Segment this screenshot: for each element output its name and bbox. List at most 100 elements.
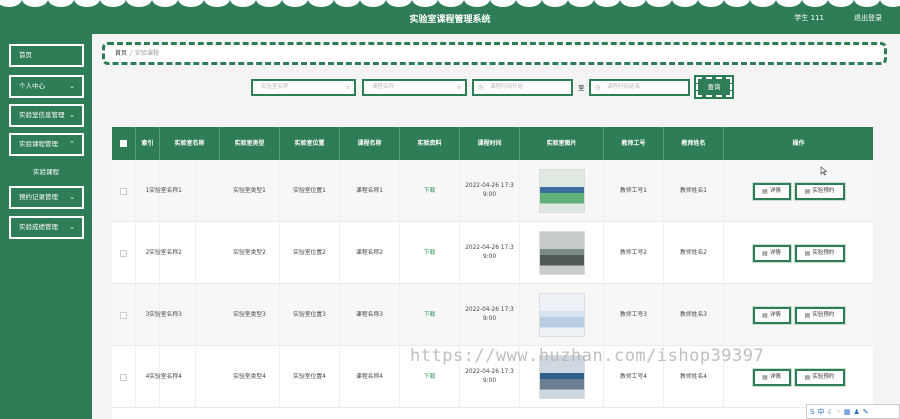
sidebar-subitem-course[interactable]: 实验课程 bbox=[0, 166, 92, 176]
lab-name-cell: 实验室名称4 bbox=[136, 346, 196, 408]
teacher-name-cell: 教师姓名2 bbox=[664, 222, 724, 284]
sidebar-item-home[interactable]: 首页 bbox=[9, 44, 84, 67]
chevron-down-icon: ⌄ bbox=[69, 223, 75, 231]
lab-photo[interactable] bbox=[538, 293, 585, 337]
reserve-button[interactable]: ▤ 实验预约 bbox=[793, 367, 846, 387]
punctuation-icon[interactable]: ◦ bbox=[837, 408, 841, 416]
end-time-input[interactable]: ◷ 课程时间结束 bbox=[589, 79, 690, 96]
row-select-cell[interactable] bbox=[112, 284, 136, 346]
reserve-label: 实验预约 bbox=[812, 249, 835, 256]
table-header: 索引 实验室名称 实验室类型 实验室位置 课程名称 实验资料 课程时间 实验室图… bbox=[112, 127, 873, 160]
course-time-cell: 2022-04-26 17:3 9:00 bbox=[460, 222, 520, 284]
reserve-button[interactable]: ▤ 实验预约 bbox=[793, 305, 846, 325]
system-tray: S 中 ☾ ◦ ▦ ♟ ✎ bbox=[806, 404, 900, 419]
detail-button[interactable]: ▤ 详情 bbox=[751, 243, 792, 263]
row-checkbox[interactable] bbox=[120, 249, 127, 257]
row-select-cell[interactable] bbox=[112, 160, 136, 222]
lab-photo[interactable] bbox=[538, 169, 585, 213]
course-time-date: 2022-04-26 17:3 bbox=[465, 183, 514, 189]
reserve-label: 实验预约 bbox=[812, 373, 835, 380]
lab-image-cell bbox=[520, 160, 604, 222]
reserve-label: 实验预约 bbox=[812, 311, 835, 318]
header-index: 索引 bbox=[136, 127, 160, 160]
sidebar-item-lab-info[interactable]: 实验室信息管理 ⌄ bbox=[9, 104, 84, 127]
detail-button[interactable]: ▤ 详情 bbox=[751, 181, 792, 201]
detail-button[interactable]: ▤ 详情 bbox=[751, 367, 792, 387]
header-teacher-name: 教师姓名 bbox=[664, 127, 724, 160]
row-checkbox[interactable] bbox=[120, 373, 127, 381]
detail-label: 详情 bbox=[769, 311, 781, 318]
course-time-clock: 9:00 bbox=[482, 192, 497, 198]
document-icon: ▤ bbox=[762, 249, 768, 257]
teacher-id-cell: 教师工号2 bbox=[604, 222, 664, 284]
sidebar-item-reservation-records[interactable]: 预约记录管理 ⌄ bbox=[9, 186, 84, 209]
lab-location-cell: 实验室位置3 bbox=[280, 284, 340, 346]
mouse-cursor-icon bbox=[820, 166, 828, 176]
user-info: 学生 111 bbox=[794, 14, 824, 22]
reserve-button[interactable]: ▤ 实验预约 bbox=[793, 181, 846, 201]
detail-label: 详情 bbox=[769, 249, 781, 256]
material-cell: 下载 bbox=[400, 284, 460, 346]
teacher-id-cell: 教师工号1 bbox=[604, 160, 664, 222]
course-time-clock: 9:00 bbox=[482, 316, 497, 322]
document-icon: ▤ bbox=[762, 311, 768, 319]
select-all-checkbox[interactable] bbox=[120, 140, 127, 147]
user-icon[interactable]: ♟ bbox=[854, 408, 860, 416]
lab-image-cell bbox=[520, 284, 604, 346]
teacher-name-cell: 教师姓名1 bbox=[664, 160, 724, 222]
reserve-button[interactable]: ▤ 实验预约 bbox=[793, 243, 846, 263]
course-time-date: 2022-04-26 17:3 bbox=[465, 245, 514, 251]
download-link[interactable]: 下载 bbox=[424, 249, 436, 258]
input-method-icon[interactable]: S bbox=[810, 408, 814, 416]
header-scallop-decoration bbox=[0, 0, 900, 10]
breadcrumb-home[interactable]: 首页 bbox=[115, 50, 127, 57]
actions-cell: ▤ 详情 ▤ 实验预约 bbox=[724, 284, 873, 346]
breadcrumb: 首页 / 实验课程 bbox=[102, 42, 887, 65]
header-lab-location: 实验室位置 bbox=[280, 127, 340, 160]
course-name-search-input[interactable]: 课程名称 ⌕ bbox=[362, 79, 467, 96]
start-time-placeholder: 课程时间开始 bbox=[490, 84, 524, 90]
course-time-cell: 2022-04-26 17:3 9:00 bbox=[460, 284, 520, 346]
course-name-cell: 课程名称3 bbox=[340, 284, 400, 346]
row-checkbox[interactable] bbox=[120, 311, 127, 319]
download-link[interactable]: 下载 bbox=[424, 311, 436, 320]
lab-name-search-input[interactable]: 实验室名称 ⌕ bbox=[251, 79, 356, 96]
download-link[interactable]: 下载 bbox=[424, 187, 436, 196]
table-row: 1 实验室名称1 实验室类型1 实验室位置1 课程名称1 下载 2022-04-26 17:… bbox=[112, 160, 873, 222]
lab-name-cell: 实验室名称2 bbox=[136, 222, 196, 284]
course-time-clock: 9:00 bbox=[482, 254, 497, 260]
sidebar-item-personal-center[interactable]: 个人中心 ⌄ bbox=[9, 75, 84, 98]
sidebar-item-label: 预约记录管理 bbox=[19, 193, 58, 201]
start-time-input[interactable]: ◷ 课程时间开始 bbox=[472, 79, 573, 96]
header-lab-name: 实验室名称 bbox=[160, 127, 220, 160]
material-cell: 下载 bbox=[400, 222, 460, 284]
moon-icon[interactable]: ☾ bbox=[827, 408, 833, 416]
sidebar-item-grades[interactable]: 实验成绩管理 ⌄ bbox=[9, 216, 84, 239]
chevron-up-icon: ⌃ bbox=[69, 140, 75, 148]
course-time-cell: 2022-04-26 17:3 9:00 bbox=[460, 160, 520, 222]
course-name-cell: 课程名称2 bbox=[340, 222, 400, 284]
row-checkbox[interactable] bbox=[120, 187, 127, 195]
query-button[interactable]: 查询 bbox=[694, 75, 734, 99]
chevron-down-icon: ⌄ bbox=[69, 111, 75, 119]
search-icon: ⌕ bbox=[457, 84, 461, 91]
download-link[interactable]: 下载 bbox=[424, 373, 436, 382]
range-separator: 至 bbox=[578, 84, 585, 92]
sidebar-item-course-management[interactable]: 实验课程管理 ⌃ bbox=[9, 133, 84, 156]
document-icon: ▤ bbox=[804, 249, 811, 257]
lab-photo[interactable] bbox=[538, 231, 585, 275]
actions-cell: ▤ 详情 ▤ 实验预约 bbox=[724, 160, 873, 222]
logout-link[interactable]: 退出登录 bbox=[854, 13, 882, 23]
detail-button[interactable]: ▤ 详情 bbox=[751, 305, 792, 325]
lab-type-cell: 实验室类型2 bbox=[220, 222, 280, 284]
lab-name-cell: 实验室名称3 bbox=[136, 284, 196, 346]
wrench-icon[interactable]: ✎ bbox=[863, 408, 869, 416]
breadcrumb-current: 实验课程 bbox=[135, 50, 160, 57]
header-select-all[interactable] bbox=[112, 127, 136, 160]
lab-image-cell bbox=[520, 222, 604, 284]
table-row: 2 实验室名称2 实验室类型2 实验室位置2 课程名称2 下载 2022-04-26 17:… bbox=[112, 222, 873, 284]
row-select-cell[interactable] bbox=[112, 222, 136, 284]
row-select-cell[interactable] bbox=[112, 346, 136, 408]
keyboard-icon[interactable]: ▦ bbox=[844, 408, 851, 416]
chinese-ime-icon[interactable]: 中 bbox=[817, 407, 824, 417]
